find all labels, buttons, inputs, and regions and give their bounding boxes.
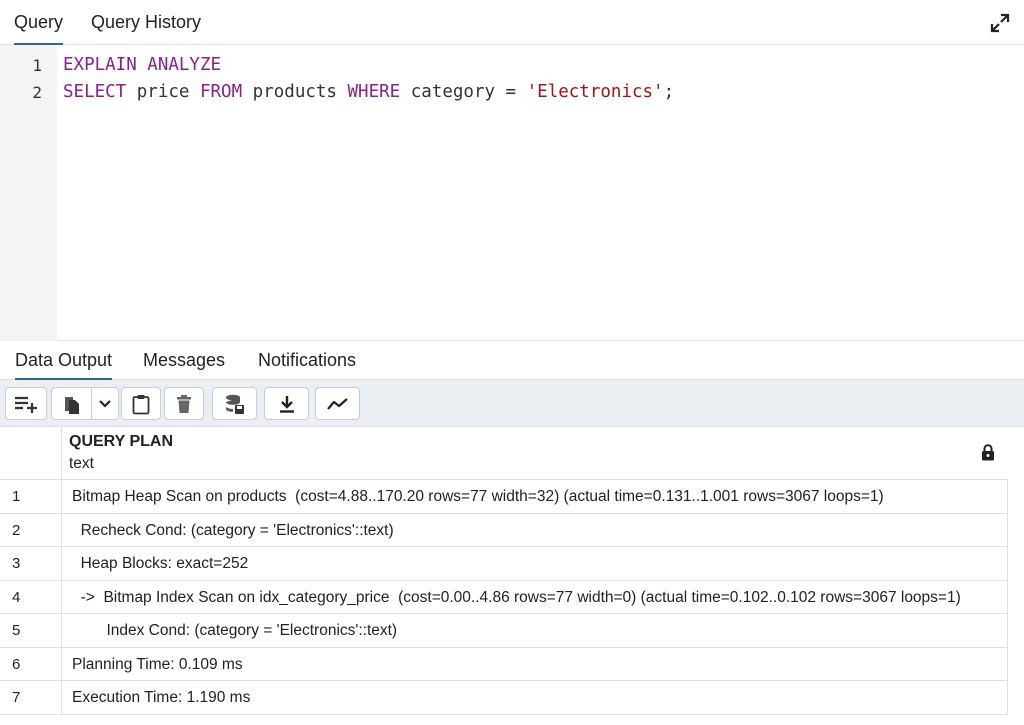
sql-editor[interactable]: 1 2 EXPLAIN ANALYZE SELECT price FROM pr…	[0, 45, 1024, 341]
tab-query[interactable]: Query	[14, 0, 64, 46]
row-number[interactable]: 3	[0, 547, 62, 581]
output-tab-bar: Data Output Messages Notifications	[0, 341, 1024, 381]
copy-icon	[64, 396, 79, 414]
graph-icon	[326, 397, 348, 410]
sql-text: category =	[400, 82, 527, 102]
row-number[interactable]: 1	[0, 480, 62, 514]
code-line[interactable]: SELECT price FROM products WHERE categor…	[63, 82, 674, 102]
plan-cell[interactable]: Recheck Cond: (category = 'Electronics':…	[62, 513, 1008, 547]
copy-options-dropdown[interactable]	[92, 388, 118, 419]
plan-cell[interactable]: Bitmap Heap Scan on products (cost=4.88.…	[62, 480, 1008, 514]
delete-button[interactable]	[164, 387, 204, 420]
sql-keyword: WHERE	[347, 82, 401, 102]
plan-cell[interactable]: Heap Blocks: exact=252	[62, 547, 1008, 581]
table-row[interactable]: 7 Execution Time: 1.190 ms	[0, 681, 1008, 715]
paste-icon	[132, 394, 150, 414]
row-number[interactable]: 7	[0, 681, 62, 715]
row-number[interactable]: 4	[0, 580, 62, 614]
sql-text: ;	[663, 82, 675, 102]
copy-button-group[interactable]	[51, 387, 119, 420]
copy-button[interactable]	[52, 388, 92, 419]
row-number[interactable]: 5	[0, 614, 62, 648]
line-number-gutter: 1 2	[0, 45, 57, 341]
download-icon	[279, 395, 294, 413]
save-data-button[interactable]	[212, 387, 257, 420]
add-row-icon	[15, 396, 37, 413]
download-button[interactable]	[264, 387, 309, 420]
sql-string: 'Electronics'	[526, 82, 664, 102]
row-number-header[interactable]	[0, 427, 62, 480]
column-type: text	[69, 455, 94, 472]
data-output-toolbar	[0, 380, 1024, 427]
tab-messages[interactable]: Messages	[143, 341, 225, 380]
plan-cell[interactable]: -> Bitmap Index Scan on idx_category_pri…	[62, 580, 1008, 614]
line-number: 1	[32, 56, 42, 75]
table-row[interactable]: 3 Heap Blocks: exact=252	[0, 547, 1008, 581]
chevron-down-icon	[99, 399, 111, 408]
tab-data-output[interactable]: Data Output	[15, 341, 113, 381]
tab-notifications[interactable]: Notifications	[258, 341, 356, 380]
column-name: QUERY PLAN	[69, 433, 174, 450]
delete-icon	[177, 394, 191, 413]
paste-button[interactable]	[121, 387, 161, 420]
add-row-button[interactable]	[5, 387, 47, 420]
sql-text: products	[242, 82, 348, 102]
sql-keyword: EXPLAIN ANALYZE	[63, 55, 222, 75]
line-number: 2	[32, 83, 42, 102]
tab-query-history[interactable]: Query History	[91, 0, 201, 45]
table-row[interactable]: 6 Planning Time: 0.109 ms	[0, 647, 1008, 681]
sql-text: price	[126, 82, 200, 102]
graph-visualiser-button[interactable]	[315, 387, 360, 420]
table-row[interactable]: 5 Index Cond: (category = 'Electronics':…	[0, 614, 1008, 648]
plan-cell[interactable]: Execution Time: 1.190 ms	[62, 681, 1008, 715]
plan-cell[interactable]: Index Cond: (category = 'Electronics'::t…	[62, 614, 1008, 648]
row-number[interactable]: 6	[0, 647, 62, 681]
plan-cell[interactable]: Planning Time: 0.109 ms	[62, 647, 1008, 681]
table-row[interactable]: 4 -> Bitmap Index Scan on idx_category_p…	[0, 580, 1008, 614]
grid-header: QUERY PLAN text	[0, 427, 1008, 480]
table-row[interactable]: 2 Recheck Cond: (category = 'Electronics…	[0, 513, 1008, 547]
query-tab-bar: Query Query History	[0, 0, 1024, 46]
expand-icon[interactable]	[990, 13, 1010, 33]
table-row[interactable]: 1 Bitmap Heap Scan on products (cost=4.8…	[0, 480, 1008, 514]
lock-icon	[981, 444, 995, 466]
code-line[interactable]: EXPLAIN ANALYZE	[63, 55, 221, 75]
sql-keyword: FROM	[199, 82, 243, 102]
save-data-icon	[225, 394, 244, 414]
row-number[interactable]: 2	[0, 513, 62, 547]
sql-keyword: SELECT	[63, 82, 127, 102]
